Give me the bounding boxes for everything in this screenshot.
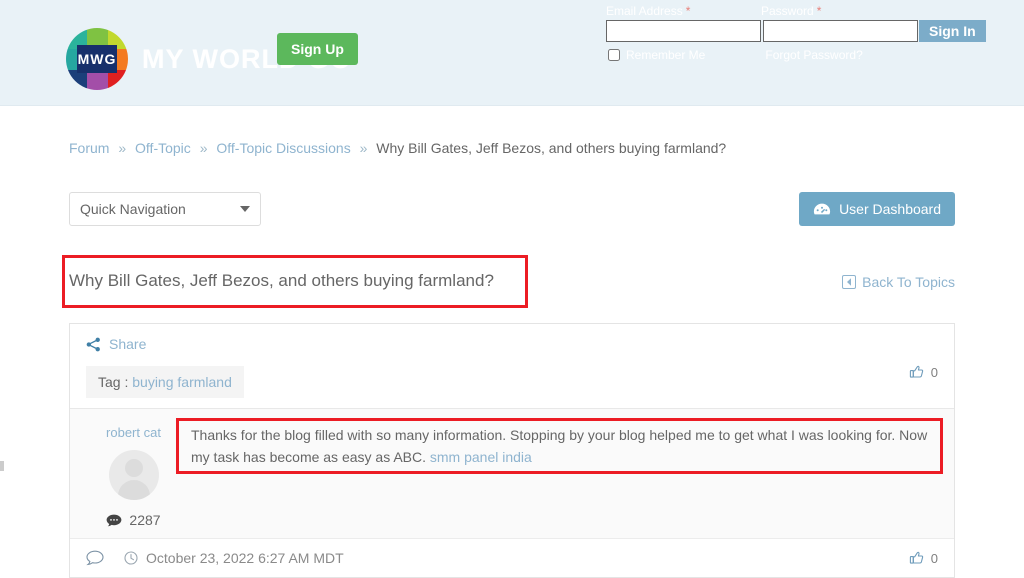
back-to-topics-label: Back To Topics (862, 273, 955, 290)
avatar[interactable] (108, 450, 159, 500)
remember-me-checkbox[interactable] (608, 49, 620, 61)
post-like-count: 0 (930, 550, 938, 566)
breadcrumb-item-current: Why Bill Gates, Jeff Bezos, and others b… (376, 140, 727, 156)
share-button[interactable]: Share (86, 336, 244, 352)
dashboard-gauge-icon (813, 202, 831, 216)
tag-chip: Tag : buying farmland (86, 366, 244, 398)
comment-bubble-icon (106, 514, 122, 527)
myworldgo-logo-icon: MWG (66, 28, 128, 90)
back-to-topics-link[interactable]: Back To Topics (842, 274, 955, 290)
share-label: Share (109, 336, 147, 352)
share-row: Share Tag : buying farmland 0 (70, 324, 954, 408)
sign-in-button[interactable]: Sign In (919, 20, 986, 42)
site-header: MWG MY WORLD GO Sign Up Email Address * P… (0, 0, 1024, 106)
password-input[interactable] (763, 20, 918, 42)
user-dashboard-label: User Dashboard (839, 201, 941, 217)
reply-bubble-icon[interactable] (86, 550, 104, 566)
sign-up-button[interactable]: Sign Up (277, 33, 358, 65)
post-like-counter[interactable]: 0 (909, 550, 938, 566)
topic-like-counter[interactable]: 0 (909, 364, 938, 380)
password-label: Password * (761, 4, 822, 18)
breadcrumb: Forum » Off-Topic » Off-Topic Discussion… (69, 106, 955, 156)
thumbs-up-icon (909, 364, 925, 380)
main-content: Forum » Off-Topic » Off-Topic Discussion… (0, 106, 1024, 578)
breadcrumb-item-forum[interactable]: Forum (69, 140, 109, 156)
topic-title-row: Why Bill Gates, Jeff Bezos, and others b… (62, 255, 955, 308)
page-title: Why Bill Gates, Jeff Bezos, and others b… (62, 255, 528, 308)
post-message-text: Thanks for the blog filled with so many … (191, 427, 928, 465)
post-footer: October 23, 2022 6:27 AM MDT 0 (70, 538, 954, 577)
topic-post-card: Share Tag : buying farmland 0 robert cat… (69, 323, 955, 578)
post-author-column: robert cat 2287 (86, 423, 181, 528)
post-body: robert cat 2287 Thanks for the blog fill… (70, 408, 954, 538)
email-label: Email Address * (606, 4, 691, 18)
back-arrow-icon (842, 274, 857, 289)
post-count-value: 2287 (129, 512, 161, 528)
tag-link[interactable]: buying farmland (132, 374, 232, 390)
post-message: Thanks for the blog filled with so many … (176, 418, 943, 474)
post-timestamp-group: October 23, 2022 6:27 AM MDT (124, 550, 344, 566)
chevron-down-icon (240, 206, 250, 212)
post-message-link[interactable]: smm panel india (430, 449, 532, 465)
password-required-mark: * (816, 4, 822, 18)
share-nodes-icon (86, 337, 101, 352)
quick-navigation-label: Quick Navigation (80, 201, 186, 217)
breadcrumb-item-off-topic-discussions[interactable]: Off-Topic Discussions (216, 140, 350, 156)
thumbs-up-icon (909, 550, 925, 566)
clock-icon (124, 551, 138, 565)
logo-badge-text: MWG (76, 45, 118, 73)
breadcrumb-separator: » (359, 140, 368, 156)
breadcrumb-separator: » (118, 140, 127, 156)
tag-prefix-label: Tag : (98, 374, 129, 390)
forgot-password-link[interactable]: Forgot Password? (765, 48, 862, 62)
email-input[interactable] (606, 20, 761, 42)
post-count: 2287 (86, 512, 181, 528)
page-edge-artifact (0, 461, 4, 471)
email-required-mark: * (685, 4, 691, 18)
breadcrumb-item-off-topic[interactable]: Off-Topic (135, 140, 191, 156)
remember-me-label: Remember Me (626, 48, 706, 62)
topic-like-count: 0 (930, 364, 938, 380)
quick-navigation-select[interactable]: Quick Navigation (69, 192, 261, 226)
post-author-link[interactable]: robert cat (86, 425, 181, 440)
toolbar-row: Quick Navigation User Dashboard (69, 192, 955, 226)
post-timestamp: October 23, 2022 6:27 AM MDT (146, 550, 344, 566)
breadcrumb-separator: » (199, 140, 208, 156)
login-form: Email Address * Password * Sign In Remembe… (606, 4, 986, 62)
user-dashboard-button[interactable]: User Dashboard (799, 192, 955, 226)
